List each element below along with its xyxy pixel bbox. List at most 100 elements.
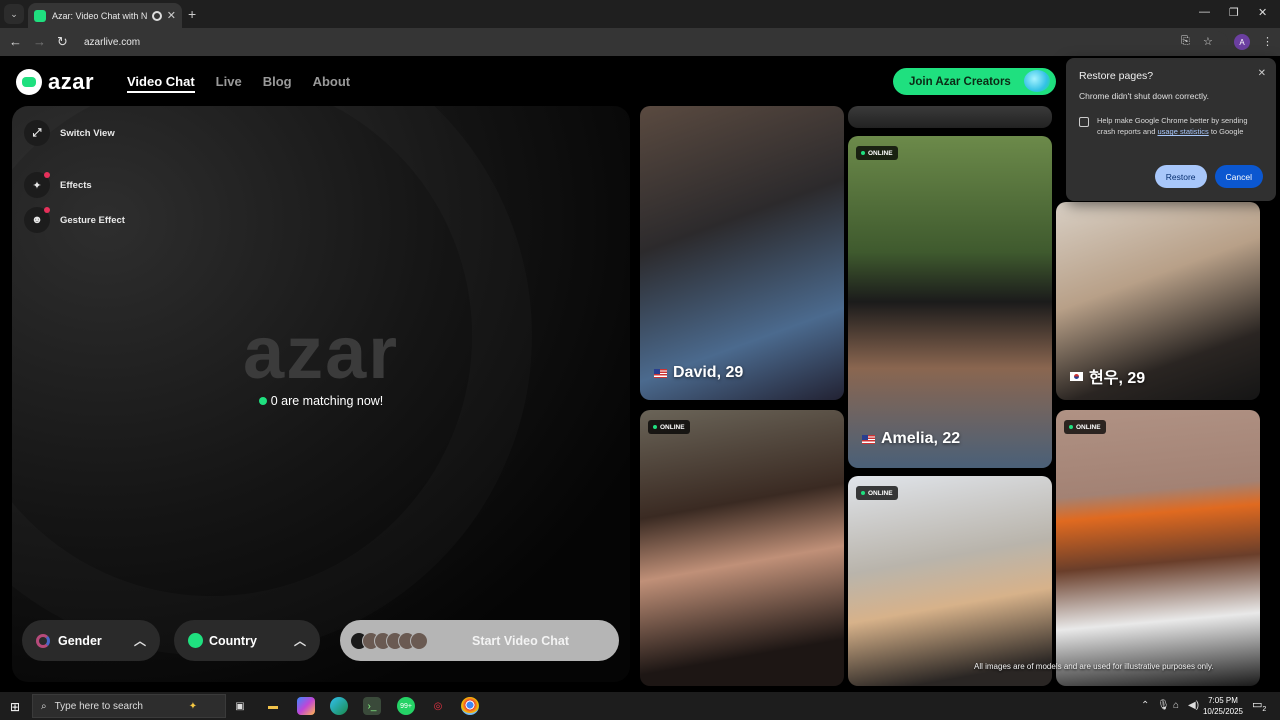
dialog-close-icon[interactable]: ✕ [1258, 68, 1266, 79]
whatsapp-icon[interactable]: 99+ [397, 697, 415, 715]
matching-text: 0 are matching now! [270, 394, 384, 408]
system-clock[interactable]: 7:05 PM 10/25/2025 [1200, 695, 1246, 717]
us-flag-icon [654, 368, 667, 378]
new-tab-icon[interactable]: + [188, 6, 196, 22]
forward-icon[interactable]: → [33, 34, 46, 49]
switch-view-button[interactable]: ⤢ Switch View [24, 120, 115, 146]
file-explorer-icon[interactable]: ▬ [264, 697, 282, 715]
main-nav: Video Chat Live Blog About [127, 74, 350, 93]
search-placeholder: Type here to search [54, 700, 143, 712]
images-disclaimer: All images are of models and are used fo… [974, 662, 1214, 671]
copilot-icon[interactable] [297, 697, 315, 715]
country-filter[interactable]: Country ︿ [174, 620, 320, 661]
dialog-message: Chrome didn't shut down correctly. [1079, 91, 1209, 101]
profile-card-smiling[interactable]: ONLINE [1056, 410, 1260, 686]
profile-card-woman[interactable]: ONLINE [640, 410, 844, 686]
country-label: Country [209, 633, 257, 648]
chrome-taskbar-icon[interactable] [461, 697, 479, 715]
profile-card-amelia[interactable]: ONLINE Amelia, 22 [848, 136, 1052, 468]
windows-taskbar: ⊞ ⌕ Type here to search ✦ ▣ ▬ ›_ 99+ ◎ ⌃… [0, 692, 1280, 720]
effects-button[interactable]: ✦ Effects [24, 172, 92, 198]
gesture-effect-label: Gesture Effect [60, 214, 125, 226]
nav-blog[interactable]: Blog [263, 74, 292, 93]
us-flag-icon [862, 434, 875, 444]
matching-status: 0 are matching now! [12, 394, 630, 408]
gesture-effect-button[interactable]: ☻ Gesture Effect [24, 207, 125, 233]
azar-logo[interactable]: azar [16, 69, 94, 95]
whatsapp-badge: 99+ [400, 702, 412, 710]
address-bar[interactable]: ⧉ azarlive.com [80, 31, 1228, 103]
profile-avatar[interactable]: A [1234, 34, 1250, 50]
effects-label: Effects [60, 179, 92, 191]
gender-label: Gender [58, 633, 102, 648]
browser-tab[interactable]: Azar: Video Chat with New ✕ [28, 3, 182, 28]
tab-search-icon[interactable]: ⌄ [4, 4, 24, 24]
video-chat-panel: ⤢ Switch View ✦ Effects ☻ Gesture Effect… [12, 106, 630, 682]
creators-badge-icon [1024, 70, 1050, 92]
profile-name: Amelia, 22 [862, 430, 960, 448]
globe-icon [188, 633, 203, 648]
terminal-icon[interactable]: ›_ [363, 697, 381, 715]
online-badge: ONLINE [856, 486, 898, 500]
nav-live[interactable]: Live [216, 74, 242, 93]
recorder-icon[interactable]: ◎ [429, 697, 447, 715]
profile-card-top[interactable] [848, 106, 1052, 128]
clock-date: 10/25/2025 [1202, 707, 1244, 716]
back-icon[interactable]: ← [9, 34, 22, 49]
windows-start-icon[interactable]: ⊞ [10, 700, 20, 714]
search-icon: ⌕ [41, 700, 47, 712]
kr-flag-icon [1070, 371, 1083, 381]
usage-statistics-link[interactable]: usage statistics [1157, 127, 1208, 136]
task-view-icon[interactable]: ▣ [231, 697, 249, 715]
online-dot-icon [258, 397, 267, 405]
restore-button[interactable]: Restore [1154, 165, 1207, 188]
gender-icon [36, 633, 50, 648]
notifications-icon[interactable]: ▭2 [1252, 698, 1266, 713]
cancel-button[interactable]: Cancel [1214, 165, 1263, 188]
tray-overflow-icon[interactable]: ⌃ [1141, 700, 1149, 711]
switch-view-label: Switch View [60, 127, 115, 139]
close-window-icon[interactable]: ✕ [1258, 6, 1267, 19]
dialog-title: Restore pages? [1079, 70, 1154, 82]
start-video-chat-button[interactable]: Start Video Chat [340, 620, 619, 661]
volume-icon[interactable]: ◀) [1188, 700, 1199, 711]
install-app-icon[interactable]: ⎘ [1181, 35, 1190, 48]
browser-toolbar: ← → ↻ ⧉ azarlive.com ⎘ ☆ ⋮ [0, 28, 1280, 103]
profile-card-glasses[interactable]: ONLINE [848, 476, 1052, 686]
join-creators-button[interactable]: Join Azar Creators [893, 68, 1056, 95]
switch-view-icon: ⤢ [24, 120, 50, 146]
microphone-icon[interactable]: 🎙 [1157, 700, 1170, 711]
gender-filter[interactable]: Gender ︿ [22, 620, 160, 661]
nav-about[interactable]: About [313, 74, 351, 93]
profile-name: 현우, 29 [1070, 364, 1145, 388]
logo-wordmark: azar [48, 69, 95, 94]
start-video-chat-label: Start Video Chat [471, 633, 569, 648]
profile-card-hyunwoo[interactable]: 현우, 29 [1056, 202, 1260, 400]
nav-video-chat[interactable]: Video Chat [127, 74, 195, 93]
sparkle-widget-icon[interactable]: ✦ [184, 697, 202, 715]
profile-name: David, 29 [654, 364, 743, 382]
azar-logo-icon [16, 69, 42, 95]
chrome-menu-icon[interactable]: ⋮ [1262, 35, 1273, 48]
azar-favicon-icon [34, 9, 46, 22]
online-badge: ONLINE [648, 420, 690, 434]
edge-icon[interactable] [330, 697, 348, 715]
online-badge: ONLINE [1064, 420, 1106, 434]
url-text: azarlive.com [84, 36, 141, 48]
bookmark-star-icon[interactable]: ☆ [1203, 35, 1213, 48]
restore-window-icon[interactable]: ❐ [1229, 6, 1239, 19]
online-badge: ONLINE [856, 146, 898, 160]
restore-pages-dialog: Restore pages? ✕ Chrome didn't shut down… [1066, 58, 1276, 201]
tab-close-icon[interactable]: ✕ [167, 9, 176, 22]
chevron-up-icon: ︿ [293, 634, 306, 648]
reload-icon[interactable]: ↻ [57, 34, 68, 50]
profile-card-david[interactable]: David, 29 [640, 106, 844, 400]
recording-icon [151, 10, 162, 21]
crash-report-checkbox-row: Help make Google Chrome better by sendin… [1079, 115, 1263, 138]
network-icon[interactable]: ⌂ [1173, 700, 1179, 711]
sparkle-icon: ✦ [24, 172, 50, 198]
tab-title: Azar: Video Chat with New [52, 10, 147, 21]
join-creators-label: Join Azar Creators [909, 75, 1011, 88]
minimize-icon[interactable]: — [1199, 6, 1210, 18]
crash-report-checkbox[interactable] [1079, 117, 1089, 127]
